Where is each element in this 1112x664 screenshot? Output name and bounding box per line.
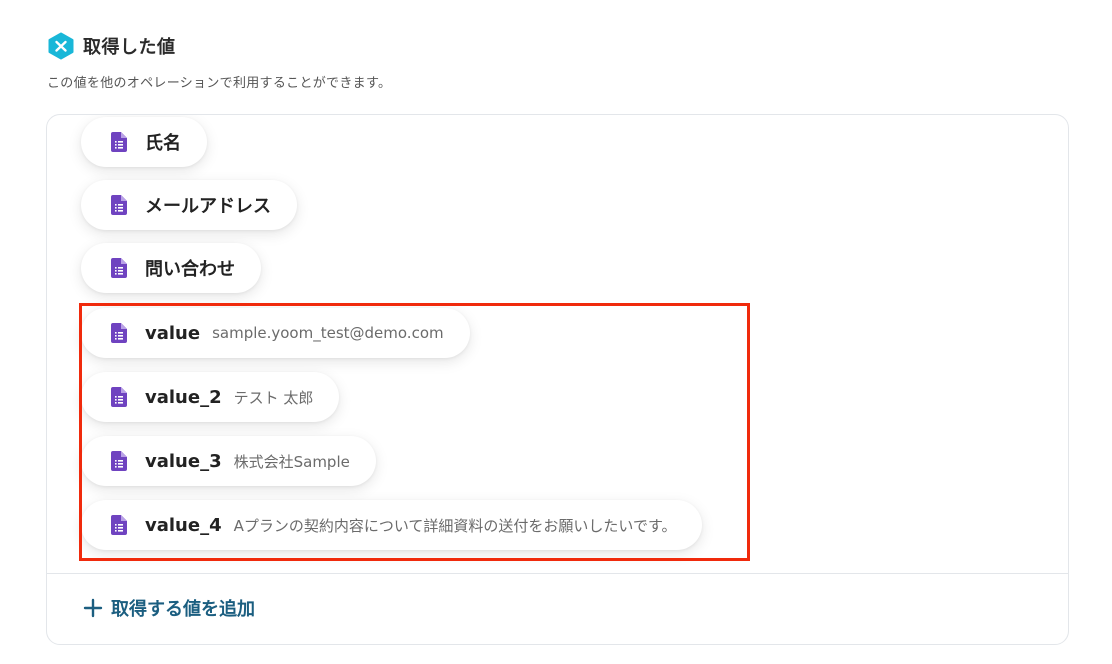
value-chip-label: value_3: [145, 450, 222, 472]
value-chip-value-2[interactable]: value_2 テスト 太郎: [81, 372, 340, 422]
value-chip-value[interactable]: value sample.yoom_test@demo.com: [81, 308, 470, 358]
value-chip-sample: Aプランの契約内容について詳細資料の送付をお願いしたいです。: [233, 516, 677, 535]
value-chip-inquiry[interactable]: 問い合わせ: [81, 243, 261, 293]
page: 取得した値 この値を他のオペレーションで利用することができます。 氏名 メールア…: [0, 0, 1112, 664]
document-icon: [111, 132, 127, 152]
document-icon: [111, 258, 127, 278]
add-value-label: 取得する値を追加: [111, 599, 255, 620]
document-icon: [111, 451, 127, 471]
value-chip-value-3[interactable]: value_3 株式会社Sample: [81, 436, 376, 486]
value-chip-label: value: [145, 322, 201, 344]
section-header: 取得した値: [47, 32, 176, 60]
value-chip-sample: テスト 太郎: [233, 388, 314, 407]
values-panel: 氏名 メールアドレス 問い合わせ value sample.yoom_test@…: [46, 114, 1069, 645]
value-chip-shimei[interactable]: 氏名: [81, 117, 207, 167]
divider: [47, 573, 1068, 574]
yoom-logo-icon: [48, 32, 74, 60]
plus-icon: [83, 598, 103, 618]
value-chip-label: メールアドレス: [145, 196, 271, 217]
value-chip-email-address[interactable]: メールアドレス: [81, 180, 297, 230]
document-icon: [111, 323, 127, 343]
document-icon: [111, 387, 127, 407]
value-chip-label: value_4: [145, 514, 222, 536]
value-chip-value-4[interactable]: value_4 Aプランの契約内容について詳細資料の送付をお願いしたいです。: [81, 500, 703, 550]
value-chip-label: value_2: [145, 386, 222, 408]
value-list[interactable]: 氏名 メールアドレス 問い合わせ value sample.yoom_test@…: [47, 115, 1068, 573]
add-value-button[interactable]: 取得する値を追加: [83, 595, 255, 621]
value-chip-sample: sample.yoom_test@demo.com: [212, 324, 444, 342]
value-chip-sample: 株式会社Sample: [233, 452, 350, 471]
document-icon: [111, 515, 127, 535]
value-chip-label: 問い合わせ: [145, 259, 235, 280]
value-chip-label: 氏名: [145, 133, 181, 154]
section-title: 取得した値: [83, 37, 176, 58]
section-description: この値を他のオペレーションで利用することができます。: [47, 76, 392, 91]
document-icon: [111, 195, 127, 215]
